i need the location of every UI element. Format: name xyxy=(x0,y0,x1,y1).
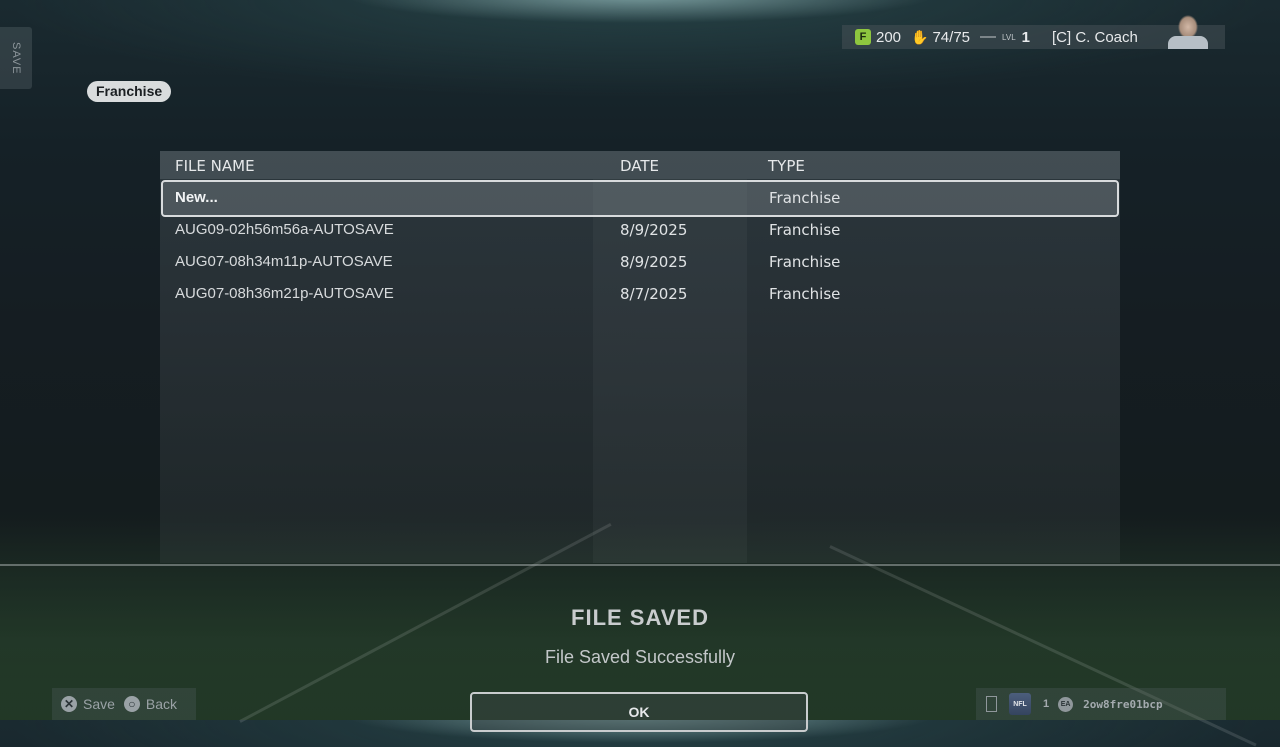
header-file-name: FILE NAME xyxy=(175,157,255,175)
row-date: 8/9/2025 xyxy=(620,253,688,271)
dialog-divider xyxy=(0,564,1280,566)
row-file-name: AUG07-08h36m21p-AUTOSAVE xyxy=(175,285,394,302)
row-date: 8/9/2025 xyxy=(620,221,688,239)
row-file-name: AUG09-02h56m56a-AUTOSAVE xyxy=(175,221,394,238)
roster-count: 74/75 xyxy=(932,28,971,46)
table-row[interactable]: AUG07-08h34m11p-AUTOSAVE 8/9/2025 Franch… xyxy=(160,246,1120,278)
dialog-message: File Saved Successfully xyxy=(544,647,736,667)
coach-name: [C] C. Coach xyxy=(1052,28,1138,46)
gloves-icon: ✋ xyxy=(911,28,929,45)
table-header: FILE NAME DATE TYPE xyxy=(160,151,1120,179)
ea-logo-icon: EA xyxy=(1058,696,1074,712)
account-footer: NFL 1 EA 2ow8fre01bcp xyxy=(976,688,1226,720)
row-type: Franchise xyxy=(769,221,841,239)
row-type: Franchise xyxy=(769,189,841,207)
table-row-new[interactable]: New... Franchise xyxy=(161,180,1119,217)
breadcrumb-franchise: Franchise xyxy=(87,81,172,102)
gamertag: 2ow8fre01bcp xyxy=(1083,697,1163,711)
divider-dash xyxy=(980,36,997,38)
cross-button-icon: ✕ xyxy=(61,696,77,712)
level-value: 1 xyxy=(1021,28,1030,46)
button-hints: ✕ Save ○ Back xyxy=(52,688,196,720)
row-type: Franchise xyxy=(769,253,841,271)
back-hint-label[interactable]: Back xyxy=(146,696,177,712)
table-row[interactable]: AUG07-08h36m21p-AUTOSAVE 8/7/2025 Franch… xyxy=(160,278,1120,310)
row-file-name: AUG07-08h34m11p-AUTOSAVE xyxy=(175,253,393,270)
table-row[interactable]: AUG09-02h56m56a-AUTOSAVE 8/9/2025 Franch… xyxy=(160,214,1120,246)
save-file-list: FILE NAME DATE TYPE New... Franchise AUG… xyxy=(160,151,1120,563)
row-file-name: New... xyxy=(175,189,218,206)
coach-avatar-shirt xyxy=(1168,36,1208,49)
header-date: DATE xyxy=(620,157,660,175)
header-type: TYPE xyxy=(768,157,805,175)
currency-icon: F xyxy=(855,29,871,45)
save-hint-label[interactable]: Save xyxy=(83,696,115,712)
footer-count: 1 xyxy=(1043,698,1050,710)
row-type: Franchise xyxy=(769,285,841,303)
level-label: LVL xyxy=(1002,32,1016,42)
currency-value: 200 xyxy=(876,28,902,46)
circle-button-icon: ○ xyxy=(123,696,140,712)
row-date: 8/7/2025 xyxy=(620,285,688,303)
save-side-tab-label: SAVE xyxy=(10,41,22,75)
device-icon xyxy=(986,696,997,712)
ok-button[interactable]: OK xyxy=(470,692,808,732)
save-side-tab[interactable]: SAVE xyxy=(0,27,32,89)
nfl-logo-icon: NFL xyxy=(1009,693,1031,715)
dialog-title: FILE SAVED xyxy=(571,605,709,630)
